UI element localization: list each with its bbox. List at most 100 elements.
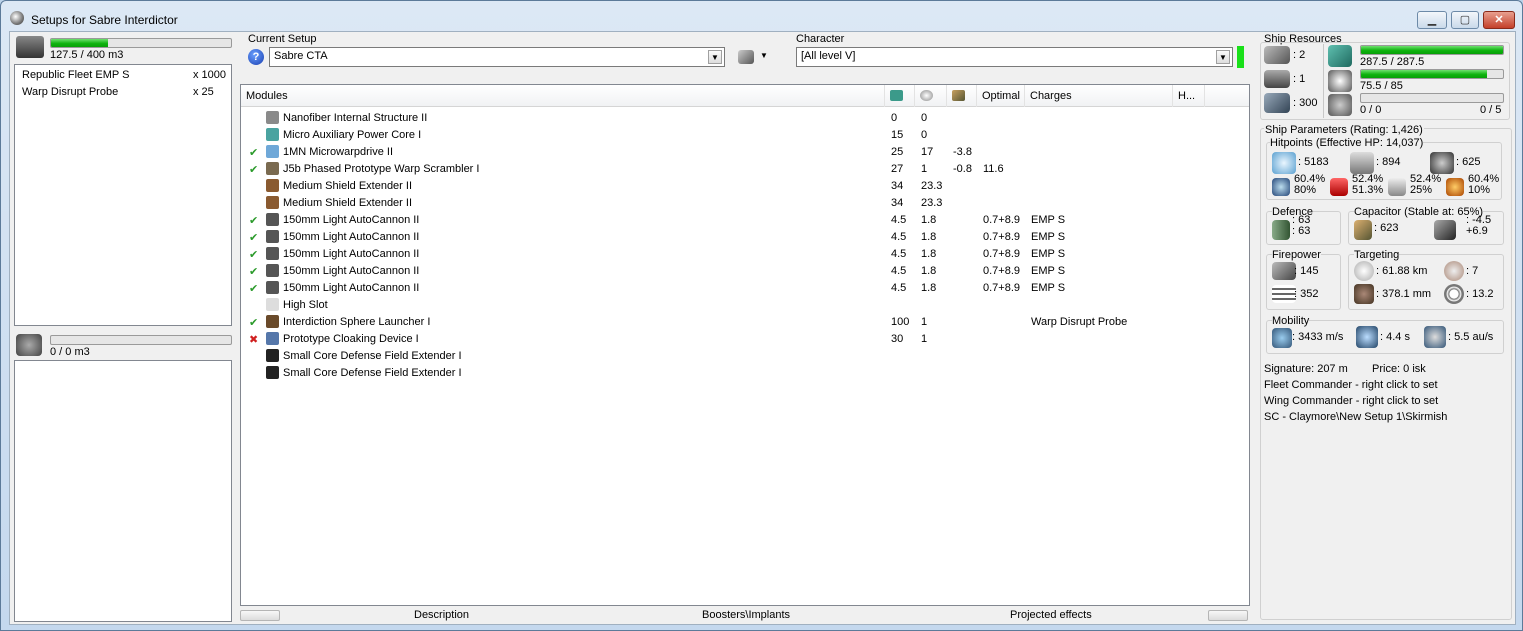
cargo-fill <box>51 39 109 47</box>
sensor-strength-icon <box>1444 284 1464 304</box>
shield-icon <box>1272 152 1296 174</box>
module-name[interactable]: Small Core Defense Field Extender I <box>283 367 462 379</box>
table-row[interactable]: ✔ 150mm Light AutoCannon II 4.5 1.8 0.7+8.9 E… <box>241 280 1249 297</box>
help-icon[interactable]: ? <box>248 49 264 65</box>
module-name[interactable]: Medium Shield Extender II <box>283 197 412 209</box>
table-row[interactable]: Micro Auxiliary Power Core I 15 0 <box>241 127 1249 144</box>
hull-icon <box>1430 152 1454 174</box>
module-status-icon[interactable]: ✔ <box>249 248 258 261</box>
tab-boosters-implants[interactable]: Boosters\Implants <box>702 609 790 623</box>
module-name[interactable]: Interdiction Sphere Launcher I <box>283 316 430 328</box>
module-optimal: 0.7+8.9 <box>983 282 1021 294</box>
module-status-icon[interactable]: ✖ <box>249 333 258 346</box>
fleet-commander[interactable]: Fleet Commander - right click to set <box>1264 379 1438 391</box>
module-name[interactable]: 150mm Light AutoCannon II <box>283 265 419 277</box>
module-name[interactable]: Medium Shield Extender II <box>283 180 412 192</box>
stats-button[interactable] <box>1208 610 1248 621</box>
tab-projected-effects[interactable]: Projected effects <box>1010 609 1092 623</box>
close-button[interactable]: ✕ <box>1483 11 1515 29</box>
table-row[interactable]: Medium Shield Extender II 34 23.3 <box>241 195 1249 212</box>
wing-commander[interactable]: Wing Commander - right click to set <box>1264 395 1438 407</box>
minimize-button[interactable]: ▁ <box>1417 11 1447 29</box>
em-armor-resist: 80% <box>1294 184 1317 196</box>
explosive-resist: 60.4% 10% <box>1468 174 1499 196</box>
modules-table[interactable]: Modules Optimal Charges H... Nanofiber I… <box>240 84 1250 606</box>
module-name[interactable]: Nanofiber Internal Structure II <box>283 112 427 124</box>
module-name[interactable]: 150mm Light AutoCannon II <box>283 214 419 226</box>
cargo-item-qty: x 25 <box>193 86 214 98</box>
table-row[interactable]: Nanofiber Internal Structure II 0 0 <box>241 110 1249 127</box>
column-header-modules[interactable]: Modules <box>241 85 885 107</box>
module-status-icon[interactable]: ✔ <box>249 282 258 295</box>
module-name[interactable]: J5b Phased Prototype Warp Scrambler I <box>283 163 479 175</box>
table-row[interactable]: ✔ 150mm Light AutoCannon II 4.5 1.8 0.7+8.9 E… <box>241 212 1249 229</box>
module-powergrid: 1.8 <box>921 214 937 226</box>
max-velocity: : 3433 m/s <box>1292 331 1344 343</box>
column-header-optimal[interactable]: Optimal <box>977 85 1025 107</box>
module-name[interactable]: 150mm Light AutoCannon II <box>283 248 419 260</box>
module-status-icon[interactable]: ✔ <box>249 316 258 329</box>
module-status-icon[interactable]: ✔ <box>249 214 258 227</box>
table-row[interactable]: Small Core Defense Field Extender I <box>241 365 1249 382</box>
column-header-cpu[interactable] <box>885 85 915 107</box>
table-row[interactable]: ✔ 1MN Microwarpdrive II 25 17 -3.8 <box>241 144 1249 161</box>
column-header-powergrid[interactable] <box>915 85 947 107</box>
character-dropdown[interactable]: [All level V] ▼ <box>796 47 1233 67</box>
title-bar[interactable]: Setups for Sabre Interdictor ▁ ▢ ✕ <box>1 1 1522 31</box>
max-targets: : 7 <box>1466 265 1479 277</box>
module-cpu: 4.5 <box>891 248 907 260</box>
module-status-icon[interactable]: ✔ <box>249 163 258 176</box>
table-row[interactable]: ✖ Prototype Cloaking Device I 30 1 <box>241 331 1249 348</box>
module-status-icon[interactable]: ✔ <box>249 265 258 278</box>
powergrid-progress-bar <box>1360 69 1504 79</box>
window-title: Setups for Sabre Interdictor <box>31 13 178 27</box>
module-icon <box>266 230 279 243</box>
column-header-h[interactable]: H... <box>1173 85 1205 107</box>
firepower-title: Firepower <box>1272 249 1321 261</box>
module-name[interactable]: 1MN Microwarpdrive II <box>283 146 393 158</box>
module-name[interactable]: 150mm Light AutoCannon II <box>283 282 419 294</box>
cargo-item-name[interactable]: Republic Fleet EMP S <box>22 69 129 81</box>
module-status-icon[interactable]: ✔ <box>249 231 258 244</box>
module-name[interactable]: Micro Auxiliary Power Core I <box>283 129 421 141</box>
ship-menu-arrow-icon[interactable]: ▼ <box>760 51 768 60</box>
module-cpu: 100 <box>891 316 910 328</box>
module-name[interactable]: Prototype Cloaking Device I <box>283 333 419 345</box>
max-targets-icon <box>1444 261 1464 281</box>
mobility-title: Mobility <box>1272 315 1310 327</box>
drone-list[interactable] <box>14 360 232 622</box>
med-slot-icon <box>1264 70 1290 88</box>
table-row[interactable]: ✔ J5b Phased Prototype Warp Scrambler I 27… <box>241 161 1249 178</box>
squad-commander[interactable]: SC - Claymore\New Setup 1\Skirmish <box>1264 411 1447 423</box>
cargo-list[interactable]: Republic Fleet EMP S x 1000 Warp Disrupt… <box>14 64 232 326</box>
prev-button[interactable] <box>240 610 280 621</box>
cargo-icon <box>16 36 44 58</box>
table-row[interactable]: High Slot <box>241 297 1249 314</box>
ship-menu-icon[interactable] <box>738 50 754 64</box>
column-header-charges[interactable]: Charges <box>1025 85 1173 107</box>
setup-dropdown[interactable]: Sabre CTA ▼ <box>269 47 725 67</box>
module-cpu: 0 <box>891 112 898 124</box>
module-icon <box>266 145 279 158</box>
module-name[interactable]: 150mm Light AutoCannon II <box>283 231 419 243</box>
module-icon <box>266 213 279 226</box>
table-row[interactable]: ✔ 150mm Light AutoCannon II 4.5 1.8 0.7+8.9 E… <box>241 246 1249 263</box>
maximize-button[interactable]: ▢ <box>1451 11 1479 29</box>
table-row[interactable]: ✔ 150mm Light AutoCannon II 4.5 1.8 0.7+8.9 E… <box>241 229 1249 246</box>
tab-description[interactable]: Description <box>414 609 469 623</box>
table-row[interactable]: Medium Shield Extender II 34 23.3 <box>241 178 1249 195</box>
table-row[interactable]: ✔ Interdiction Sphere Launcher I 100 1 Warp … <box>241 314 1249 331</box>
explosive-armor-resist: 10% <box>1468 184 1491 196</box>
armor-icon <box>1350 152 1374 174</box>
module-cpu: 34 <box>891 180 904 192</box>
module-name[interactable]: Small Core Defense Field Extender I <box>283 350 462 362</box>
module-capacitor: -3.8 <box>953 146 972 158</box>
table-row[interactable]: Small Core Defense Field Extender I <box>241 348 1249 365</box>
module-name[interactable]: High Slot <box>283 299 328 311</box>
med-slots-value: : 1 <box>1293 73 1306 85</box>
cargo-item-name[interactable]: Warp Disrupt Probe <box>22 86 118 98</box>
high-slots-value: : 2 <box>1293 49 1306 61</box>
column-header-capacitor[interactable] <box>947 85 977 107</box>
module-status-icon[interactable]: ✔ <box>249 146 258 159</box>
table-row[interactable]: ✔ 150mm Light AutoCannon II 4.5 1.8 0.7+8.9 E… <box>241 263 1249 280</box>
